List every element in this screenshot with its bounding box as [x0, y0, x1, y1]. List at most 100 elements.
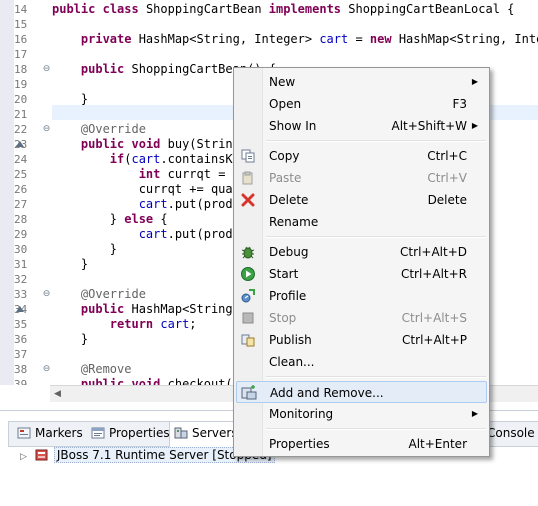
fold-collapse-icon[interactable]: ⊖ [42, 65, 51, 74]
menu-item-label: Paste [269, 171, 302, 185]
menu-item-open[interactable]: Open F3 [236, 93, 487, 115]
fold-collapse-icon[interactable]: ⊖ [42, 125, 51, 134]
tab-properties[interactable]: Properties [87, 422, 174, 446]
code-token: if [109, 152, 125, 166]
scroll-left-icon[interactable]: ◀ [54, 389, 61, 399]
menu-item-profile[interactable]: Profile [236, 285, 487, 307]
menu-item-label: Delete [269, 193, 309, 207]
code-token: } [52, 242, 118, 256]
line-number: 32 [14, 273, 28, 286]
menu-item-debug[interactable]: Debug Ctrl+Alt+D [236, 241, 487, 263]
delete-icon [240, 192, 256, 208]
debug-icon [240, 244, 256, 260]
menu-item-clean[interactable]: Clean... [236, 351, 487, 373]
code-line[interactable]: } [52, 257, 88, 272]
line-number: 35 [14, 318, 28, 331]
code-line[interactable]: } [52, 242, 117, 257]
code-line[interactable]: if(cart.containsKe [52, 152, 240, 167]
menu-item-publish[interactable]: Publish Ctrl+Alt+P [236, 329, 487, 351]
code-token: checkout() [160, 377, 240, 385]
code-token: void [131, 377, 161, 385]
code-line[interactable]: cart.put(produ [52, 227, 240, 242]
menu-item-copy[interactable]: Copy Ctrl+C [236, 145, 487, 167]
fold-collapse-icon[interactable]: ⊖ [42, 290, 51, 299]
code-token: private [80, 32, 132, 46]
code-line[interactable]: @Remove [52, 362, 132, 377]
code-token: cart [160, 317, 190, 331]
code-token: public [80, 377, 125, 385]
menu-item-shortcut: Ctrl+Alt+S [401, 311, 467, 325]
tab-console[interactable]: Console [483, 422, 538, 446]
code-token: @Override [80, 122, 146, 136]
code-line[interactable]: @Override [52, 122, 146, 137]
expand-arrow-icon[interactable]: ▷ [20, 448, 30, 466]
line-number: 29 [14, 228, 28, 241]
code-token: ShoppingCartBeanLocal { [341, 2, 515, 16]
line-number: 30 [14, 243, 28, 256]
code-token: cart [138, 197, 168, 211]
menu-item-rename[interactable]: Rename [236, 211, 487, 233]
menu-item-start[interactable]: Start Ctrl+Alt+R [236, 263, 487, 285]
line-number: 17 [14, 48, 28, 61]
code-line[interactable]: } [52, 92, 88, 107]
code-token: public [80, 137, 125, 151]
code-line[interactable]: int currqt = c [52, 167, 240, 182]
tab-markers[interactable]: Markers [13, 422, 87, 446]
menu-item-add-and-remove[interactable]: Add and Remove... [236, 381, 487, 403]
code-token: HashMap<String, Intege [398, 32, 538, 46]
menu-separator [266, 140, 486, 142]
code-token: HashMap<String, [124, 302, 240, 316]
tab-label: Servers [192, 426, 238, 440]
menu-item-shortcut: Alt+Enter [408, 437, 467, 451]
code-token: class [102, 2, 139, 16]
code-line[interactable]: public void buy(String [52, 137, 240, 152]
menu-item-properties[interactable]: Properties Alt+Enter [236, 433, 487, 455]
code-token: HashMap<String, Integer> [131, 32, 320, 46]
fold-collapse-icon[interactable]: ⊖ [42, 365, 51, 374]
menu-item-shortcut: Ctrl+V [427, 171, 467, 185]
code-line[interactable]: } else { [52, 212, 168, 227]
markers-icon [17, 424, 31, 439]
menu-item-label: Profile [269, 289, 307, 303]
code-line[interactable]: public class ShoppingCartBean implements… [52, 2, 514, 17]
code-token: .put(produ [167, 227, 240, 241]
menu-item-new[interactable]: New ▶ [236, 71, 487, 93]
menu-item-stop[interactable]: Stop Ctrl+Alt+S [236, 307, 487, 329]
code-token: new [369, 32, 392, 46]
code-line[interactable]: } [52, 332, 88, 347]
menu-item-show-in[interactable]: Show In Alt+Shift+W ▶ [236, 115, 487, 137]
menu-item-label: Debug [269, 245, 309, 259]
menu-item-delete[interactable]: Delete Delete [236, 189, 487, 211]
override-marker-icon [16, 306, 24, 312]
tab-servers[interactable]: Servers [169, 422, 243, 447]
submenu-arrow-icon: ▶ [471, 121, 478, 130]
servers-icon [174, 424, 188, 439]
code-token: = [348, 32, 370, 46]
code-token: implements [268, 2, 342, 16]
code-line[interactable]: return cart; [52, 317, 197, 332]
code-line[interactable]: cart.put(produ [52, 197, 240, 212]
code-token: ; [189, 317, 197, 331]
code-line[interactable]: private HashMap<String, Integer> cart = … [52, 32, 538, 47]
code-line[interactable]: currqt += qual [52, 182, 240, 197]
menu-item-label: Stop [269, 311, 297, 325]
paste-icon [240, 170, 256, 186]
stop-icon [240, 310, 256, 326]
code-line[interactable]: public HashMap<String, [52, 302, 240, 317]
menu-item-label: Show In [269, 119, 317, 133]
code-line[interactable]: @Override [52, 287, 146, 302]
line-number: 37 [14, 348, 28, 361]
properties-icon [91, 424, 105, 439]
menu-item-monitoring[interactable]: Monitoring ▶ [236, 403, 487, 425]
menu-item-label: Rename [269, 215, 319, 229]
menu-item-paste[interactable]: Paste Ctrl+V [236, 167, 487, 189]
code-token: int [138, 167, 161, 181]
code-line[interactable]: public void checkout() [52, 377, 240, 385]
